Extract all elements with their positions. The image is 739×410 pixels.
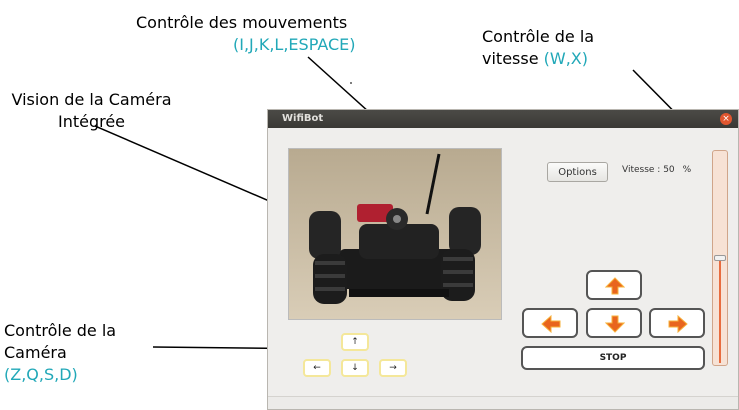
stop-button[interactable]: STOP: [521, 346, 705, 370]
window-titlebar[interactable]: WifiBot ×: [268, 110, 738, 128]
movement-annotation-title: Contrôle des mouvements: [136, 13, 348, 32]
camera-left-button[interactable]: ←: [303, 359, 331, 377]
camera-up-button[interactable]: ↑: [341, 333, 369, 351]
camera-view-annotation-line1: Vision de la Caméra: [11, 90, 172, 109]
stray-dot: [350, 82, 352, 84]
camera-view-annotation: Vision de la Caméra Intégrée: [0, 89, 183, 133]
movement-annotation: Contrôle des mouvements (I,J,K,L,ESPACE): [136, 12, 356, 56]
move-up-button[interactable]: [586, 270, 642, 300]
speed-label: Vitesse : 50: [622, 165, 675, 175]
speed-annotation-title2: vitesse: [482, 49, 539, 68]
arrow-up-icon: [605, 277, 625, 295]
wifibot-window: WifiBot × Options Vitesse: 50 % STOP ↑ …: [267, 109, 739, 410]
arrow-left-icon: [541, 315, 561, 333]
speed-readout: Vitesse : 50%: [622, 163, 691, 177]
camera-view: [288, 148, 502, 320]
camera-control-annotation-line1: Contrôle de la: [4, 321, 117, 340]
speed-slider-fill: [719, 261, 721, 363]
camera-down-button[interactable]: ↓: [341, 359, 369, 377]
camera-control-annotation: Contrôle de la Caméra (Z,Q,S,D): [4, 320, 116, 386]
window-title: WifiBot: [282, 113, 324, 124]
speed-annotation-line1: Contrôle de la: [482, 27, 595, 46]
move-left-button[interactable]: [522, 308, 578, 338]
camera-control-annotation-keys: (Z,Q,S,D): [4, 365, 78, 384]
arrow-down-icon: [605, 315, 625, 333]
options-button[interactable]: Options: [547, 162, 608, 182]
camera-view-annotation-line2: Intégrée: [57, 112, 126, 131]
speed-slider[interactable]: [712, 150, 728, 366]
movement-annotation-keys: (I,J,K,L,ESPACE): [233, 35, 356, 54]
camera-control-annotation-line2: Caméra: [4, 343, 67, 362]
speed-annotation-line2: vitesse (W,X): [482, 48, 594, 70]
speed-annotation-keys: (W,X): [543, 49, 588, 68]
camera-right-button[interactable]: →: [379, 359, 407, 377]
speed-slider-handle[interactable]: [714, 255, 726, 261]
camera-view-leader-line: [94, 125, 291, 211]
speed-annotation: Contrôle de la vitesse (W,X): [482, 26, 594, 70]
move-down-button[interactable]: [586, 308, 642, 338]
status-bar: [268, 396, 738, 409]
move-right-button[interactable]: [649, 308, 705, 338]
speed-unit: %: [682, 165, 692, 175]
close-icon[interactable]: ×: [720, 113, 732, 125]
arrow-right-icon: [668, 315, 688, 333]
robot-image: [289, 149, 501, 319]
